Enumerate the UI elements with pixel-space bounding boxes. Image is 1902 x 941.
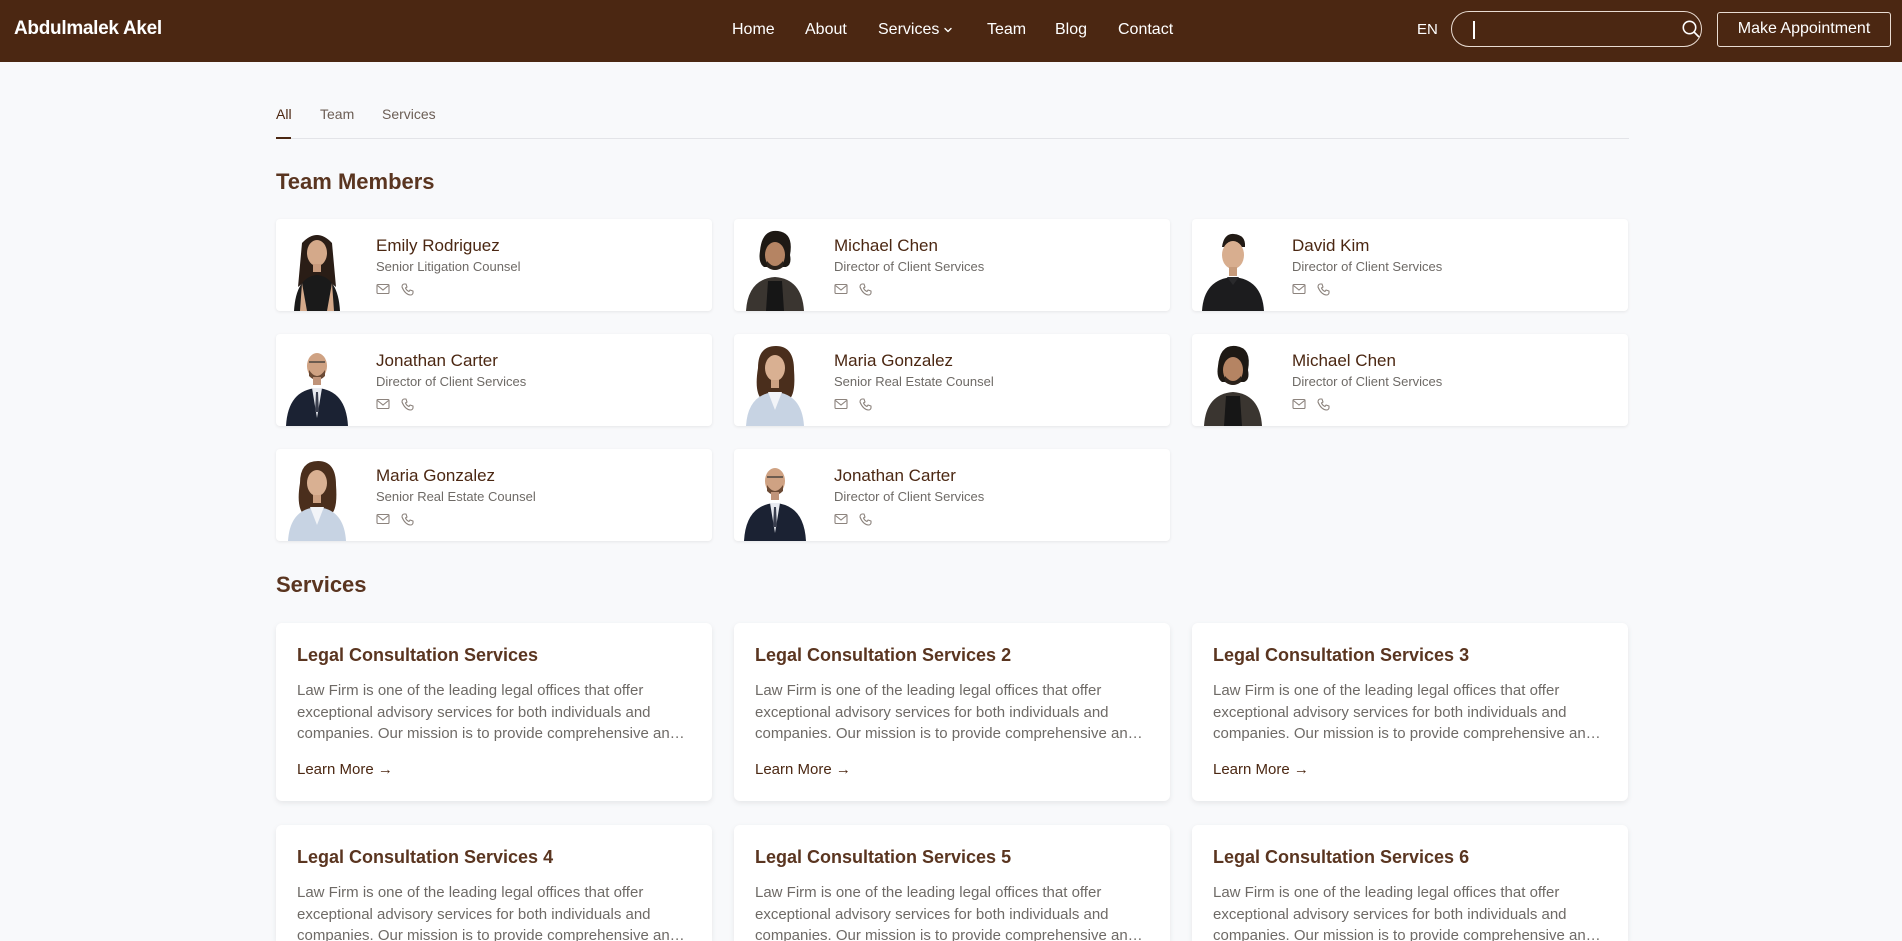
member-role: Senior Litigation Counsel	[376, 259, 521, 274]
avatar	[738, 455, 812, 541]
phone-icon[interactable]	[859, 283, 872, 296]
service-card: Legal Consultation Services 5 Law Firm i…	[734, 825, 1170, 941]
avatar	[280, 455, 354, 541]
team-member-card[interactable]: Jonathan Carter Director of Client Servi…	[734, 449, 1170, 541]
top-navbar: Abdulmalek Akel Home About Services Team…	[0, 0, 1902, 62]
learn-more-link[interactable]: Learn More →	[1213, 761, 1309, 778]
learn-more-link[interactable]: Learn More →	[755, 761, 851, 778]
team-member-card[interactable]: David Kim Director of Client Services	[1192, 219, 1628, 311]
avatar	[1196, 225, 1270, 311]
service-description: Law Firm is one of the leading legal off…	[297, 682, 679, 742]
team-member-card[interactable]: Emily Rodriguez Senior Litigation Counse…	[276, 219, 712, 311]
member-name: Michael Chen	[834, 236, 938, 255]
search-icon[interactable]	[1681, 19, 1701, 39]
member-role: Director of Client Services	[376, 374, 527, 389]
learn-more-link[interactable]: Learn More →	[297, 761, 393, 778]
service-card: Legal Consultation Services 2 Law Firm i…	[734, 623, 1170, 801]
mail-icon[interactable]	[834, 513, 848, 525]
team-member-card[interactable]: Maria Gonzalez Senior Real Estate Counse…	[734, 334, 1170, 426]
mail-icon[interactable]	[834, 398, 848, 410]
team-member-card[interactable]: Jonathan Carter Director of Client Servi…	[276, 334, 712, 426]
active-tab-indicator	[276, 137, 291, 139]
avatar	[280, 340, 354, 426]
phone-icon[interactable]	[859, 513, 872, 526]
nav-blog[interactable]: Blog	[1055, 21, 1087, 39]
member-role: Director of Client Services	[834, 259, 985, 274]
service-description: Law Firm is one of the leading legal off…	[755, 884, 1137, 941]
tab-team[interactable]: Team	[320, 106, 354, 122]
phone-icon[interactable]	[401, 283, 414, 296]
service-title: Legal Consultation Services 6	[1213, 847, 1470, 867]
member-name: Maria Gonzalez	[376, 466, 496, 485]
make-appointment-button[interactable]: Make Appointment	[1717, 12, 1891, 47]
service-card: Legal Consultation Services 4 Law Firm i…	[276, 825, 712, 941]
tab-services[interactable]: Services	[382, 106, 436, 122]
member-role: Director of Client Services	[1292, 259, 1443, 274]
nav-services-label: Services	[878, 21, 940, 38]
mail-icon[interactable]	[376, 398, 390, 410]
mail-icon[interactable]	[1292, 398, 1306, 410]
search-box	[1451, 11, 1702, 47]
chevron-down-icon	[944, 27, 953, 32]
avatar	[280, 225, 354, 311]
member-name: Jonathan Carter	[376, 351, 498, 370]
nav-about[interactable]: About	[805, 21, 847, 39]
member-role: Director of Client Services	[834, 489, 985, 504]
mail-icon[interactable]	[376, 283, 390, 295]
service-title: Legal Consultation Services 4	[297, 847, 554, 867]
service-card: Legal Consultation Services 3 Law Firm i…	[1192, 623, 1628, 801]
nav-team[interactable]: Team	[987, 21, 1026, 39]
service-description: Law Firm is one of the leading legal off…	[1213, 884, 1595, 941]
member-name: Jonathan Carter	[834, 466, 956, 485]
service-title: Legal Consultation Services 2	[755, 645, 1012, 665]
phone-icon[interactable]	[401, 398, 414, 411]
mail-icon[interactable]	[834, 283, 848, 295]
avatar	[738, 225, 812, 311]
service-description: Law Firm is one of the leading legal off…	[755, 682, 1137, 742]
member-name: Maria Gonzalez	[834, 351, 954, 370]
mail-icon[interactable]	[376, 513, 390, 525]
tab-all[interactable]: All	[276, 106, 292, 122]
member-role: Director of Client Services	[1292, 374, 1443, 389]
service-description: Law Firm is one of the leading legal off…	[297, 884, 679, 941]
team-member-card[interactable]: Michael Chen Director of Client Services	[734, 219, 1170, 311]
language-switcher[interactable]: EN	[1417, 21, 1438, 38]
team-member-card[interactable]: Michael Chen Director of Client Services	[1192, 334, 1628, 426]
service-description: Law Firm is one of the leading legal off…	[1213, 682, 1595, 742]
phone-icon[interactable]	[401, 513, 414, 526]
service-title: Legal Consultation Services 3	[1213, 645, 1470, 665]
nav-services[interactable]: Services	[878, 21, 953, 39]
avatar	[1196, 340, 1270, 426]
filter-tabs: All Team Services	[276, 104, 1629, 139]
member-name: Emily Rodriguez	[376, 236, 500, 255]
services-section-title: Services	[276, 572, 367, 597]
text-caret	[1473, 21, 1475, 39]
phone-icon[interactable]	[859, 398, 872, 411]
team-member-card[interactable]: Maria Gonzalez Senior Real Estate Counse…	[276, 449, 712, 541]
member-name: Michael Chen	[1292, 351, 1396, 370]
service-card: Legal Consultation Services Law Firm is …	[276, 623, 712, 801]
search-input[interactable]	[1466, 19, 1666, 39]
nav-home[interactable]: Home	[732, 21, 775, 39]
brand-logo[interactable]: Abdulmalek Akel	[14, 18, 162, 40]
member-role: Senior Real Estate Counsel	[834, 374, 994, 389]
team-section-title: Team Members	[276, 169, 435, 194]
member-name: David Kim	[1292, 236, 1370, 255]
phone-icon[interactable]	[1317, 283, 1330, 296]
service-card: Legal Consultation Services 6 Law Firm i…	[1192, 825, 1628, 941]
service-title: Legal Consultation Services 5	[755, 847, 1012, 867]
avatar	[738, 340, 812, 426]
member-role: Senior Real Estate Counsel	[376, 489, 536, 504]
phone-icon[interactable]	[1317, 398, 1330, 411]
mail-icon[interactable]	[1292, 283, 1306, 295]
service-title: Legal Consultation Services	[297, 645, 539, 665]
nav-contact[interactable]: Contact	[1118, 21, 1173, 39]
